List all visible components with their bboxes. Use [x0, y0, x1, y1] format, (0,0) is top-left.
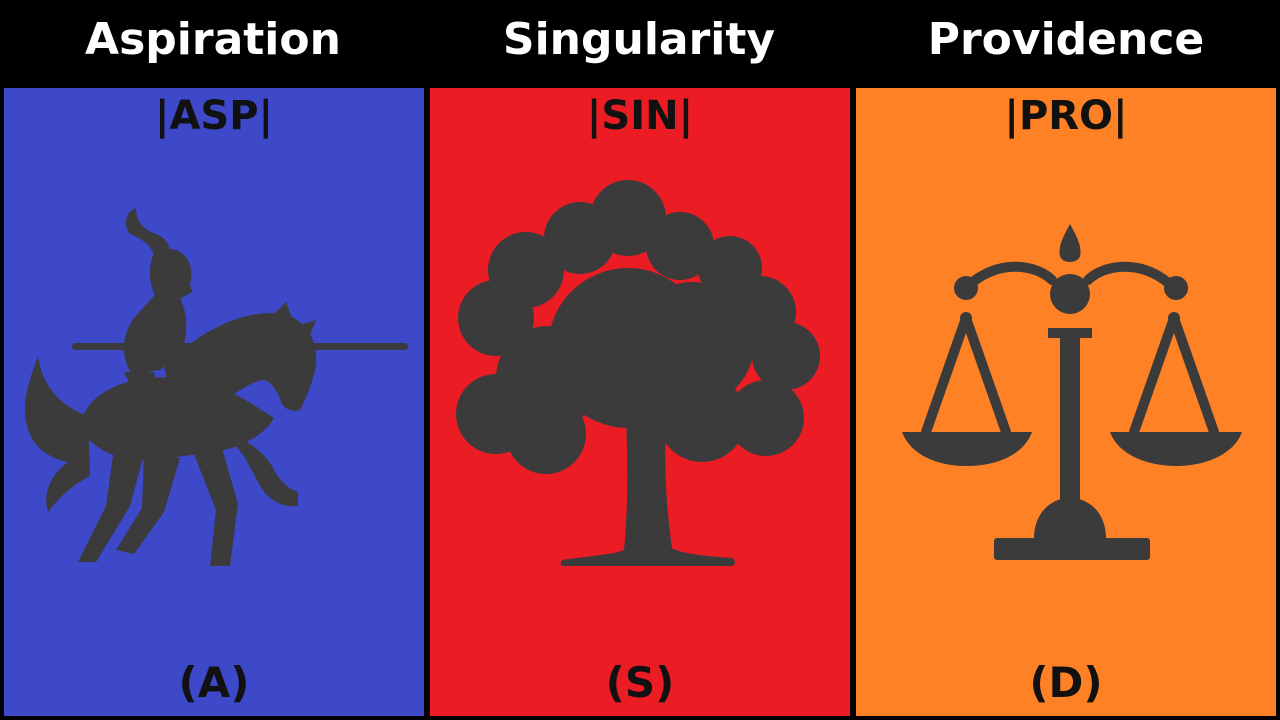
scales-of-justice-icon [856, 88, 1276, 716]
card-grid: Aspiration Singularity Providence |ASP| [0, 0, 1280, 720]
heading-singularity: Singularity [502, 14, 776, 65]
panel-singularity: |SIN| (S) [430, 88, 850, 716]
heading-aspiration: Aspiration [85, 14, 341, 65]
panel-aspiration: |ASP| (A) [4, 88, 424, 716]
panel-providence: |PRO| (D) [856, 88, 1276, 716]
letter-s: (S) [605, 658, 675, 707]
heading-providence: Providence [927, 14, 1205, 65]
knight-on-horse-icon [4, 88, 424, 716]
letter-a: (A) [178, 658, 250, 707]
tree-icon [430, 88, 850, 716]
letter-d: (D) [1029, 658, 1103, 707]
